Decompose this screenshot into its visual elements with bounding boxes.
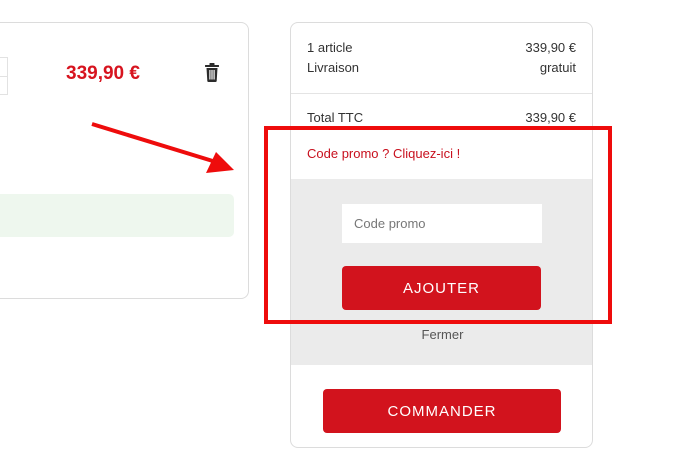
total-row: Total TTC 339,90 € xyxy=(307,110,576,125)
items-value: 339,90 € xyxy=(525,40,576,55)
shipping-row: Livraison gratuit xyxy=(307,60,576,75)
order-button[interactable]: COMMANDER xyxy=(323,389,561,433)
divider xyxy=(291,93,592,94)
quantity-stepper[interactable] xyxy=(0,57,8,95)
highlight-box xyxy=(264,126,612,324)
shipping-label: Livraison xyxy=(307,60,360,75)
notice-bar xyxy=(0,194,234,237)
trash-icon[interactable] xyxy=(204,63,220,82)
cart-line-price: 339,90 € xyxy=(66,63,140,84)
close-promo-link[interactable]: Fermer xyxy=(291,327,592,342)
total-value: 339,90 € xyxy=(525,110,576,125)
items-label: 1 article xyxy=(307,40,353,55)
shipping-value: gratuit xyxy=(539,60,576,75)
total-label: Total TTC xyxy=(307,110,364,125)
arrow-annotation xyxy=(91,122,234,173)
items-row: 1 article 339,90 € xyxy=(307,40,576,55)
